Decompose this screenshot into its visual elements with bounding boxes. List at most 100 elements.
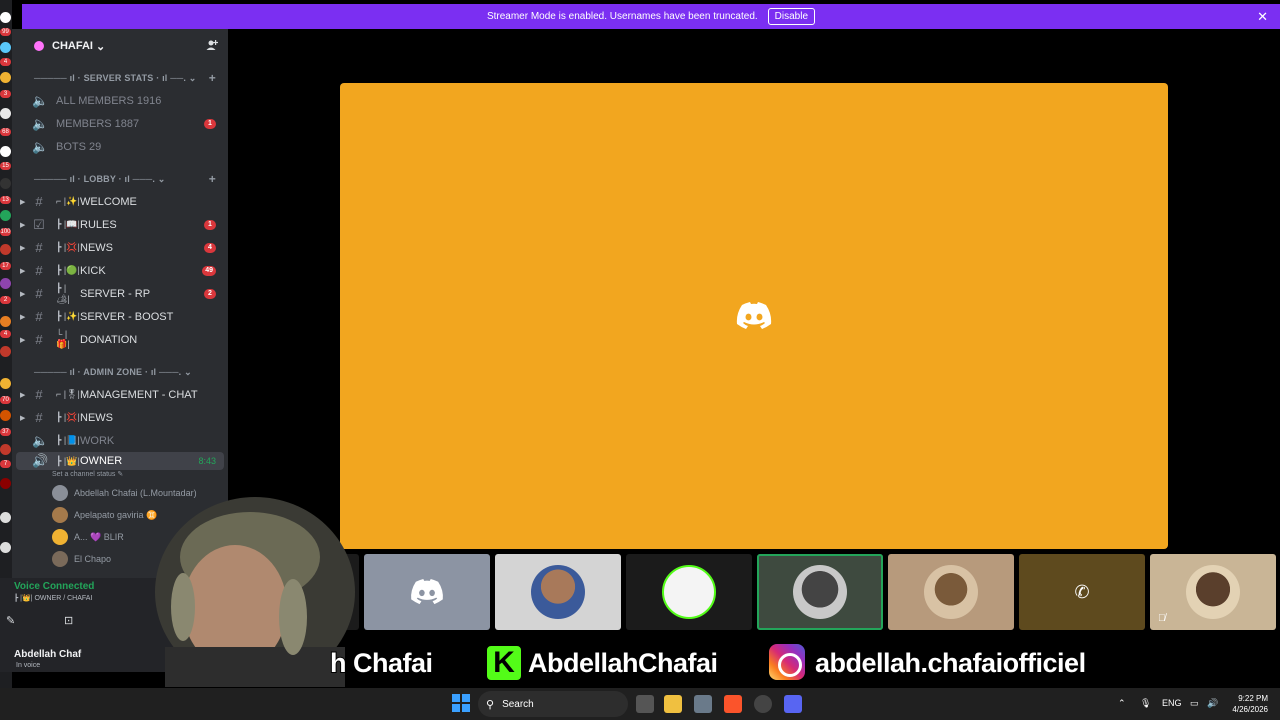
server-icon[interactable] xyxy=(0,316,11,327)
server-icon[interactable] xyxy=(0,346,11,357)
channel-name: MEMBERS 1887 xyxy=(56,117,140,130)
expand-arrow-icon[interactable]: ▶ xyxy=(20,313,25,321)
category-server-stats[interactable]: ───── ıl · SERVER STATS · ıl ──. ⌄ + xyxy=(12,67,228,89)
brave-browser-icon[interactable] xyxy=(724,695,742,713)
server-icon[interactable] xyxy=(0,478,11,489)
stage-video-tile[interactable] xyxy=(340,83,1168,549)
server-badge: 100 xyxy=(0,228,11,236)
server-icon[interactable] xyxy=(0,444,11,455)
speaker-locked-icon: 🔈 xyxy=(32,115,49,131)
language-indicator[interactable]: ENG xyxy=(1162,698,1182,708)
mention-badge: 1 xyxy=(204,219,216,230)
webcam-overlay xyxy=(145,497,360,687)
expand-arrow-icon[interactable]: ▶ xyxy=(20,290,25,298)
participant-tile[interactable]: ✆ xyxy=(1019,554,1145,630)
volume-icon[interactable]: 🔊 xyxy=(1207,698,1218,709)
voice-channel-owner[interactable]: 🔊 ┣ |👑| OWNER 8:43 xyxy=(16,452,224,470)
server-icon[interactable] xyxy=(0,72,11,83)
channel-name: OWNER xyxy=(80,455,123,467)
text-channel[interactable]: ▶ # ┣ |🟢| KICK 49 xyxy=(12,259,228,282)
add-channel-icon[interactable]: + xyxy=(209,172,216,186)
channel-name: DONATION xyxy=(80,333,138,346)
text-channel[interactable]: ▶ # └ |🎁| DONATION xyxy=(12,328,228,351)
text-channel[interactable]: ▶ # ┣ |💢| NEWS 4 xyxy=(12,236,228,259)
screen-share-icon[interactable]: ⊡ xyxy=(64,614,73,627)
avatar xyxy=(531,565,585,619)
text-channel[interactable]: ▶ # ⌐ |✨| WELCOME xyxy=(12,190,228,213)
network-icon[interactable]: ▭ xyxy=(1190,698,1199,709)
participant-tile[interactable] xyxy=(888,554,1014,630)
category-label: ───── ıl · SERVER STATS · ıl ──. ⌄ xyxy=(34,72,197,83)
text-channel[interactable]: ▶ # ┣ |✨| SERVER - BOOST xyxy=(12,305,228,328)
stat-channel[interactable]: 🔈 MEMBERS 1887 1 xyxy=(12,112,228,135)
expand-arrow-icon[interactable]: ▶ xyxy=(20,221,25,229)
chrome-icon[interactable] xyxy=(754,695,772,713)
server-icon[interactable] xyxy=(0,410,11,421)
server-icon[interactable] xyxy=(0,542,11,553)
text-channel[interactable]: ▶ # ⌐ |🎖| MANAGEMENT - CHAT xyxy=(12,383,228,406)
participant-tile[interactable] xyxy=(495,554,621,630)
task-view-icon[interactable] xyxy=(636,695,654,713)
phone-icon: ✆ xyxy=(1074,581,1090,602)
server-badge: 4 xyxy=(0,330,11,338)
participant-tile[interactable]: 🎙̸ xyxy=(1150,554,1276,630)
category-lobby[interactable]: ───── ıl · LOBBY · ıl ───. ⌄ + xyxy=(12,168,228,190)
discord-logo-icon xyxy=(736,302,772,329)
server-icon[interactable] xyxy=(0,244,11,255)
server-badge: 15 xyxy=(0,162,11,170)
server-icon[interactable] xyxy=(0,12,11,23)
voice-channel[interactable]: 🔈 ┣ |📘| WORK xyxy=(12,429,228,452)
server-header[interactable]: CHAFAI ⌄ xyxy=(12,29,228,63)
channel-status-hint[interactable]: Set a channel status ✎ xyxy=(12,470,228,482)
microphone-icon[interactable]: 🎙 xyxy=(1140,698,1151,709)
search-icon: ⚲ xyxy=(486,698,495,711)
current-user-name[interactable]: Abdellah Chaf xyxy=(14,649,81,660)
camera-app-icon[interactable] xyxy=(694,695,712,713)
channel-prefix: ┣ |🏕| xyxy=(56,282,70,304)
noise-suppression-icon[interactable]: ✎ xyxy=(6,614,15,627)
text-channel[interactable]: ▶ # ┣ |🏕| SERVER - RP 2 xyxy=(12,282,228,305)
participant-tile[interactable] xyxy=(626,554,752,630)
windows-start-icon[interactable] xyxy=(452,694,470,712)
voice-channel-path[interactable]: ┣ |👑| OWNER / CHAFAI xyxy=(14,594,92,602)
expand-arrow-icon[interactable]: ▶ xyxy=(20,414,25,422)
expand-arrow-icon[interactable]: ▶ xyxy=(20,391,25,399)
channel-name: ALL MEMBERS 1916 xyxy=(56,94,162,107)
server-name: CHAFAI xyxy=(52,40,93,52)
server-icon[interactable] xyxy=(0,42,11,53)
server-badge: 70 xyxy=(0,396,11,404)
server-icon[interactable] xyxy=(0,108,11,119)
participant-tile[interactable] xyxy=(364,554,490,630)
expand-arrow-icon[interactable]: ▶ xyxy=(20,198,25,206)
channel-prefix: ┣ |📘| xyxy=(56,435,80,445)
expand-arrow-icon[interactable]: ▶ xyxy=(20,267,25,275)
server-icon[interactable] xyxy=(0,512,11,523)
disable-button[interactable]: Disable xyxy=(767,8,816,25)
text-channel[interactable]: ▶ # ┣ |💢| NEWS xyxy=(12,406,228,429)
stat-channel[interactable]: 🔈 ALL MEMBERS 1916 xyxy=(12,89,228,112)
discord-taskbar-icon[interactable] xyxy=(784,695,802,713)
stat-channel[interactable]: 🔈 BOTS 29 xyxy=(12,135,228,158)
tray-chevron-icon[interactable]: ⌃ xyxy=(1118,698,1126,709)
file-explorer-icon[interactable] xyxy=(664,695,682,713)
clock-time: 9:22 PM xyxy=(1238,694,1268,703)
taskbar-search[interactable]: ⚲ Search xyxy=(478,691,628,717)
server-icon[interactable] xyxy=(0,378,11,389)
taskbar-clock[interactable]: 9:22 PM 4/26/2026 xyxy=(1232,693,1268,715)
server-icon[interactable] xyxy=(0,178,11,189)
server-icon[interactable] xyxy=(0,210,11,221)
participant-tile[interactable] xyxy=(757,554,883,630)
avatar xyxy=(924,565,978,619)
expand-arrow-icon[interactable]: ▶ xyxy=(20,244,25,252)
category-admin-zone[interactable]: ───── ıl · ADMIN ZONE · ıl ───. ⌄ xyxy=(12,361,228,383)
text-channel[interactable]: ▶ ☑ ┣ |📖| RULES 1 xyxy=(12,213,228,236)
add-channel-icon[interactable]: + xyxy=(209,71,216,85)
expand-arrow-icon[interactable]: ▶ xyxy=(20,336,25,344)
server-icon[interactable] xyxy=(0,278,11,289)
server-icon[interactable] xyxy=(0,146,11,157)
channel-prefix: ┣ |💢| xyxy=(56,242,80,252)
close-icon[interactable]: ✕ xyxy=(1257,9,1268,25)
add-person-icon[interactable] xyxy=(206,39,219,54)
server-badge: 4 xyxy=(0,58,11,66)
voice-timer: 8:43 xyxy=(198,456,216,466)
